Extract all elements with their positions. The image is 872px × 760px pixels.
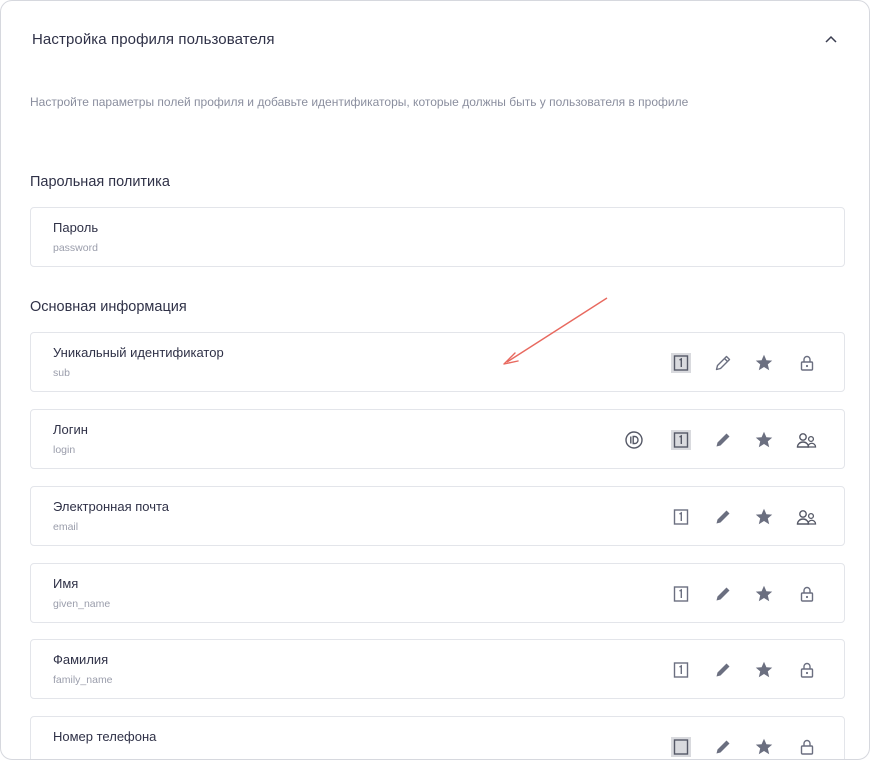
- star-icon[interactable]: [752, 582, 776, 606]
- number-one-box-icon[interactable]: [669, 735, 693, 759]
- panel-title: Настройка профиля пользователя: [32, 31, 275, 48]
- lock-icon[interactable]: [795, 735, 819, 759]
- collapse-button[interactable]: [823, 31, 839, 47]
- field-label: Пароль: [53, 220, 99, 235]
- field-label: Фамилия: [53, 652, 109, 667]
- users-icon[interactable]: [795, 505, 819, 529]
- star-icon[interactable]: [752, 735, 776, 759]
- pencil-icon[interactable]: [711, 428, 735, 452]
- field-label: Логин: [53, 422, 88, 437]
- pencil-icon[interactable]: [711, 505, 735, 529]
- pencil-icon[interactable]: [711, 658, 735, 682]
- field-card-given-name[interactable]: Имя given_name: [30, 563, 845, 623]
- field-card-password[interactable]: Пароль password: [30, 207, 845, 267]
- number-one-box-icon[interactable]: [669, 582, 693, 606]
- field-label: Имя: [53, 576, 79, 591]
- lock-icon[interactable]: [795, 351, 819, 375]
- number-one-box-icon[interactable]: [669, 658, 693, 682]
- panel-description: Настройте параметры полей профиля и доба…: [30, 95, 689, 109]
- profile-settings-panel: Настройка профиля пользователя Настройте…: [0, 0, 870, 760]
- section-title-password-policy: Парольная политика: [30, 174, 170, 190]
- lock-icon[interactable]: [795, 582, 819, 606]
- field-key: sub: [53, 367, 70, 379]
- field-key: family_name: [53, 674, 113, 686]
- field-key: email: [53, 521, 79, 533]
- pencil-icon[interactable]: [711, 735, 735, 759]
- panel-header[interactable]: Настройка профиля пользователя: [32, 31, 839, 51]
- number-one-box-icon[interactable]: [669, 428, 693, 452]
- field-key: password: [53, 242, 98, 254]
- users-icon[interactable]: [795, 428, 819, 452]
- field-label: Электронная почта: [53, 499, 170, 514]
- field-key: given_name: [53, 598, 111, 610]
- field-card-phone[interactable]: Номер телефона: [30, 716, 845, 759]
- field-label: Уникальный идентификатор: [53, 345, 224, 360]
- field-label: Номер телефона: [53, 729, 157, 744]
- pencil-icon[interactable]: [711, 582, 735, 606]
- field-card-family-name[interactable]: Фамилия family_name: [30, 639, 845, 699]
- star-icon[interactable]: [752, 505, 776, 529]
- number-one-box-icon[interactable]: [669, 505, 693, 529]
- pencil-outline-icon[interactable]: [711, 351, 735, 375]
- field-card-login[interactable]: Логин login: [30, 409, 845, 469]
- star-icon[interactable]: [752, 428, 776, 452]
- number-one-box-icon[interactable]: [669, 351, 693, 375]
- star-icon[interactable]: [752, 658, 776, 682]
- section-title-basic-info: Основная информация: [30, 299, 187, 315]
- field-key: login: [53, 444, 76, 456]
- id-badge-icon[interactable]: [622, 428, 646, 452]
- field-card-email[interactable]: Электронная почта email: [30, 486, 845, 546]
- field-card-sub[interactable]: Уникальный идентификатор sub: [30, 332, 845, 392]
- lock-icon[interactable]: [795, 658, 819, 682]
- star-icon[interactable]: [752, 351, 776, 375]
- chevron-up-icon: [825, 35, 837, 43]
